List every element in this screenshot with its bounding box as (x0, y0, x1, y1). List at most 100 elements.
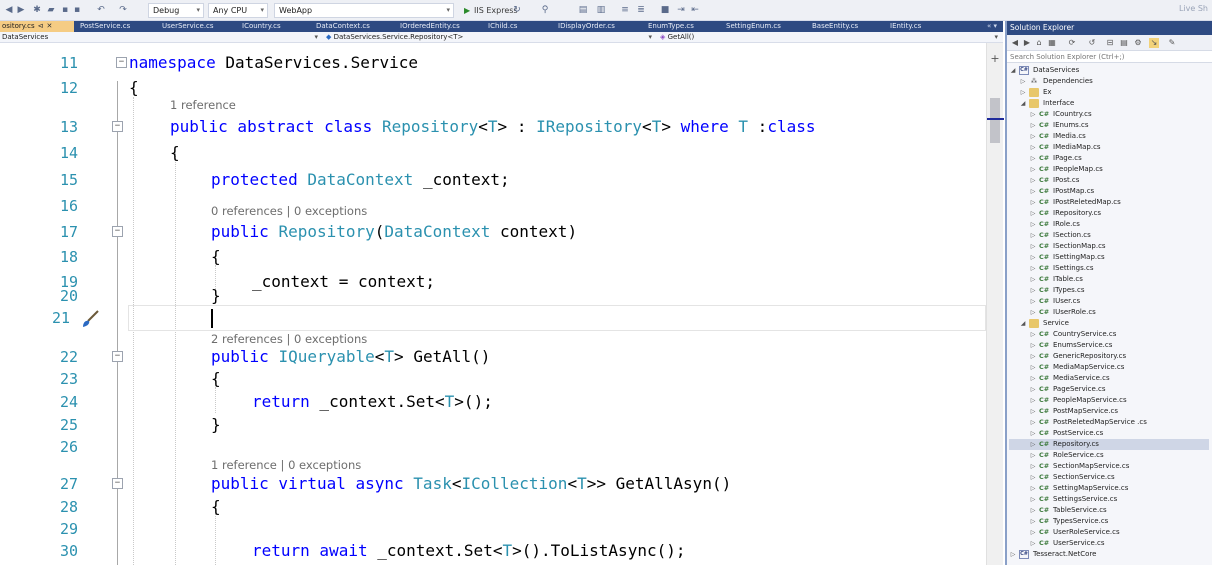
tree-project[interactable]: ◢ C# DataServices (1009, 65, 1209, 76)
tab-ichild[interactable]: IChild.cs (486, 21, 519, 32)
tab-userservice[interactable]: UserService.cs (160, 21, 216, 32)
close-icon[interactable]: ✕ (47, 22, 53, 30)
tree-file[interactable]: ▷ C# IUserRole.cs (1009, 307, 1209, 318)
tree-file[interactable]: ▷ C# IRepository.cs (1009, 208, 1209, 219)
expand-arrow-icon[interactable]: ▷ (1029, 230, 1037, 241)
switch-views-icon[interactable]: ▦ (1047, 38, 1057, 48)
new-item-icon[interactable]: ✱ (32, 5, 42, 15)
expand-arrow-icon[interactable]: ▷ (1029, 131, 1037, 142)
undo-icon[interactable]: ↶ (96, 5, 106, 15)
editor-scrollbar[interactable]: + (986, 43, 1004, 565)
split-window-icon[interactable]: + (989, 53, 1001, 65)
back-icon[interactable]: ◀ (4, 5, 14, 15)
project-dropdown[interactable]: DataServices ▾ (0, 32, 320, 43)
collapse-icon[interactable]: − (112, 226, 123, 237)
indent-icon[interactable]: ⇥ (676, 5, 686, 15)
uncomment-icon[interactable]: ≣ (636, 5, 646, 15)
tree-file[interactable]: ▷ C# IPost.cs (1009, 175, 1209, 186)
tab-settingenum[interactable]: SettingEnum.cs (724, 21, 783, 32)
codelens-text[interactable]: 1 reference (170, 96, 236, 114)
expand-arrow-icon[interactable]: ▷ (1029, 164, 1037, 175)
member-dropdown[interactable]: ◈ GetAll() ▾ (658, 32, 1000, 43)
expand-arrow-icon[interactable]: ▷ (1029, 494, 1037, 505)
expand-arrow-icon[interactable]: ▷ (1029, 109, 1037, 120)
history-icon[interactable]: ↺ (1087, 38, 1097, 48)
type-dropdown[interactable]: ◆ DataServices.Service.Repository<T> ▾ (324, 32, 654, 43)
tree-file[interactable]: ▷ C# IEnums.cs (1009, 120, 1209, 131)
expand-arrow-icon[interactable]: ▷ (1029, 472, 1037, 483)
pin-icon[interactable]: ⊲ (38, 22, 44, 30)
expand-arrow-icon[interactable]: ▷ (1029, 274, 1037, 285)
tree-file[interactable]: ▷ C# CountryService.cs (1009, 329, 1209, 340)
tree-file[interactable]: ▷ C# ICountry.cs (1009, 109, 1209, 120)
play-icon[interactable]: ▶ (464, 3, 470, 18)
expand-arrow-icon[interactable]: ▷ (1029, 461, 1037, 472)
tab-iorderedentity[interactable]: IOrderedEntity.cs (398, 21, 462, 32)
code-line[interactable]: 14 { (0, 139, 986, 167)
expand-arrow-icon[interactable]: ▷ (1029, 340, 1037, 351)
codelens[interactable]: 1 reference (0, 96, 986, 114)
tree-project[interactable]: ▷ C# Tesseract.NetCore (1009, 549, 1209, 560)
solution-icon[interactable]: ▤ (578, 5, 588, 15)
expand-arrow-icon[interactable]: ▷ (1029, 252, 1037, 263)
tree-file[interactable]: ▷ C# IPeopleMap.cs (1009, 164, 1209, 175)
code-line-current[interactable]: 21 (0, 304, 986, 332)
tree-file[interactable]: ▷ ⁂ Dependencies (1009, 76, 1209, 87)
tree-file[interactable]: ▷ C# ITable.cs (1009, 274, 1209, 285)
tab-ientity[interactable]: IEntity.cs (888, 21, 923, 32)
tab-repository[interactable]: ository.cs ⊲ ✕ (0, 21, 74, 32)
expand-arrow-icon[interactable]: ▷ (1029, 417, 1037, 428)
live-share-button[interactable]: Live Sh (1179, 4, 1208, 13)
save-all-icon[interactable]: ▪ (72, 5, 82, 15)
back-icon[interactable]: ◀ (1010, 38, 1020, 48)
tree-file[interactable]: ▷ C# Repository.cs (1009, 439, 1209, 450)
tree-file[interactable]: ▷ C# PeopleMapService.cs (1009, 395, 1209, 406)
solution-explorer-search[interactable]: Search Solution Explorer (Ctrl+;) (1007, 51, 1212, 63)
tab-icountry[interactable]: ICountry.cs (240, 21, 283, 32)
tree-file[interactable]: ▷ C# ISettingMap.cs (1009, 252, 1209, 263)
expand-arrow-icon[interactable]: ▷ (1029, 219, 1037, 230)
tree-file[interactable]: ▷ C# IMedia.cs (1009, 131, 1209, 142)
expand-arrow-icon[interactable]: ▷ (1009, 549, 1017, 560)
tree-file[interactable]: ▷ C# IPostReletedMap.cs (1009, 197, 1209, 208)
expand-arrow-icon[interactable]: ▷ (1029, 285, 1037, 296)
home-icon[interactable]: ⌂ (1034, 38, 1044, 48)
expand-arrow-icon[interactable]: ▷ (1029, 373, 1037, 384)
collapse-icon[interactable]: − (116, 57, 127, 68)
tab-overflow-icon[interactable]: « ▾ (987, 21, 997, 32)
expand-arrow-icon[interactable]: ▷ (1029, 351, 1037, 362)
code-line[interactable]: 11 − namespace DataServices.Service (0, 49, 986, 77)
tree-file[interactable]: ▷ C# MediaService.cs (1009, 373, 1209, 384)
expand-arrow-icon[interactable]: ▷ (1029, 428, 1037, 439)
code-line[interactable]: 15 protected DataContext _context; (0, 166, 986, 194)
expand-arrow-icon[interactable]: ▷ (1029, 142, 1037, 153)
save-icon[interactable]: ▪ (60, 5, 70, 15)
tree-file[interactable]: ▷ C# IMediaMap.cs (1009, 142, 1209, 153)
tree-folder[interactable]: ◢ Interface (1009, 98, 1209, 109)
tab-baseentity[interactable]: BaseEntity.cs (810, 21, 860, 32)
tree-file[interactable]: ▷ C# IUser.cs (1009, 296, 1209, 307)
expand-arrow-open-icon[interactable]: ◢ (1019, 318, 1027, 329)
tree-file[interactable]: ▷ C# EnumsService.cs (1009, 340, 1209, 351)
code-line[interactable]: 17 − public Repository(DataContext conte… (0, 218, 986, 246)
expand-arrow-icon[interactable]: ▷ (1029, 120, 1037, 131)
tree-file[interactable]: ▷ C# PostReletedMapService .cs (1009, 417, 1209, 428)
tree-file[interactable]: ▷ C# RoleService.cs (1009, 450, 1209, 461)
code-line[interactable]: 30 return await _context.Set<T>().ToList… (0, 537, 986, 565)
code-editor[interactable]: 11 − namespace DataServices.Service 12 {… (0, 43, 986, 565)
expand-arrow-icon[interactable]: ▷ (1029, 208, 1037, 219)
expand-arrow-icon[interactable]: ▷ (1029, 516, 1037, 527)
expand-arrow-icon[interactable]: ▷ (1019, 76, 1027, 87)
tree-file[interactable]: ▷ C# GenericRepository.cs (1009, 351, 1209, 362)
preview-icon[interactable]: ↘ (1149, 38, 1159, 48)
tree-file[interactable]: ▷ C# ISettings.cs (1009, 263, 1209, 274)
platform-dropdown[interactable]: Any CPU ▾ (208, 3, 268, 18)
expand-arrow-icon[interactable]: ▷ (1029, 263, 1037, 274)
properties-icon[interactable]: ⚙ (1133, 38, 1143, 48)
forward-icon[interactable]: ▶ (1022, 38, 1032, 48)
comment-icon[interactable]: ≡ (620, 5, 630, 15)
tree-file[interactable]: ▷ C# IPage.cs (1009, 153, 1209, 164)
tab-enumtype[interactable]: EnumType.cs (646, 21, 696, 32)
expand-arrow-icon[interactable]: ▷ (1029, 384, 1037, 395)
tree-file[interactable]: ▷ C# SectionService.cs (1009, 472, 1209, 483)
